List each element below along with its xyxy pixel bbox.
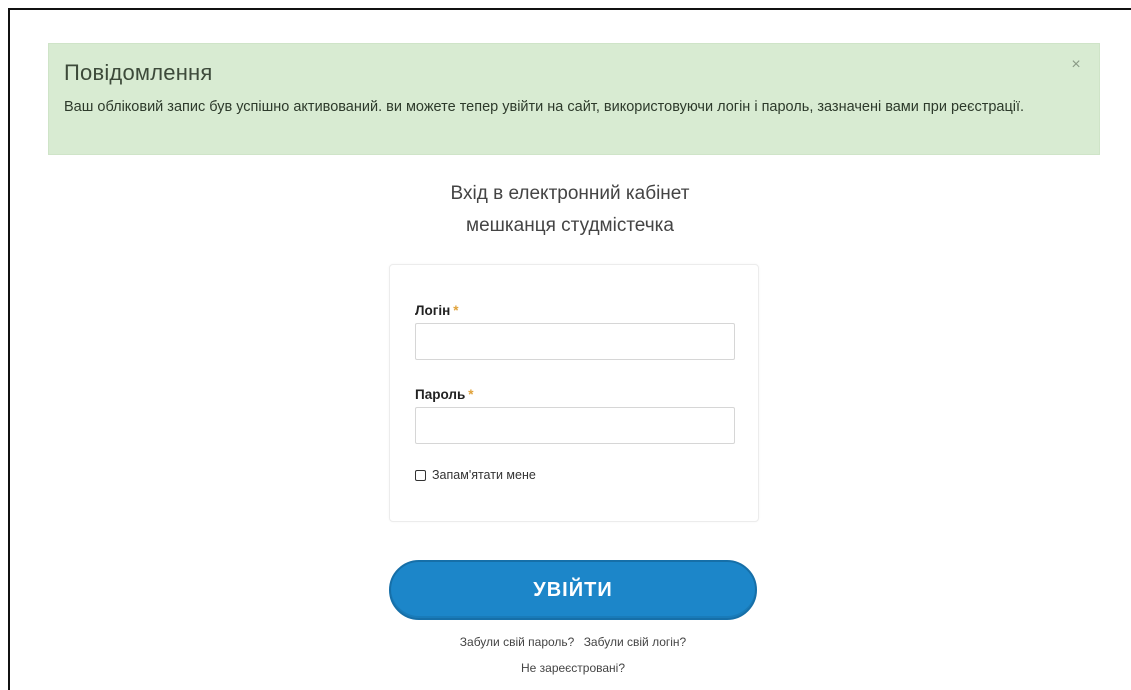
forgot-login-link[interactable]: Забули свій логін? [584, 635, 687, 649]
required-marker: * [468, 387, 474, 402]
login-input[interactable] [415, 323, 735, 360]
password-label-text: Пароль [415, 387, 466, 402]
login-label-text: Логін [415, 303, 451, 318]
help-links: Забули свій пароль? Забули свій логін? [389, 635, 757, 649]
remember-me-label[interactable]: Запам'ятати мене [432, 468, 536, 482]
success-alert: Повідомлення Ваш обліковий запис був усп… [48, 43, 1100, 155]
page-title-line-1: Вхід в електронний кабінет [450, 183, 690, 204]
alert-message: Ваш обліковий запис був успішно активова… [64, 99, 1025, 115]
login-label: Логін * [415, 303, 459, 318]
password-label: Пароль * [415, 387, 474, 402]
login-form: Логін * Пароль * Запам'ятати мене [389, 264, 759, 522]
login-button[interactable]: УВІЙТИ [389, 560, 757, 620]
required-marker: * [453, 303, 459, 318]
checkbox-unchecked-icon[interactable] [415, 469, 426, 481]
remember-me-row[interactable]: Запам'ятати мене [415, 467, 536, 483]
page-title: Вхід в електронний кабінет мешканця студ… [320, 178, 820, 242]
password-input[interactable] [415, 407, 735, 444]
alert-title: Повідомлення [64, 60, 213, 85]
forgot-password-link[interactable]: Забули свій пароль? [460, 635, 575, 649]
register-link[interactable]: Не зареєстровані? [389, 661, 757, 675]
close-icon[interactable]: × [1067, 56, 1085, 74]
page-title-line-2: мешканця студмістечка [466, 215, 674, 236]
